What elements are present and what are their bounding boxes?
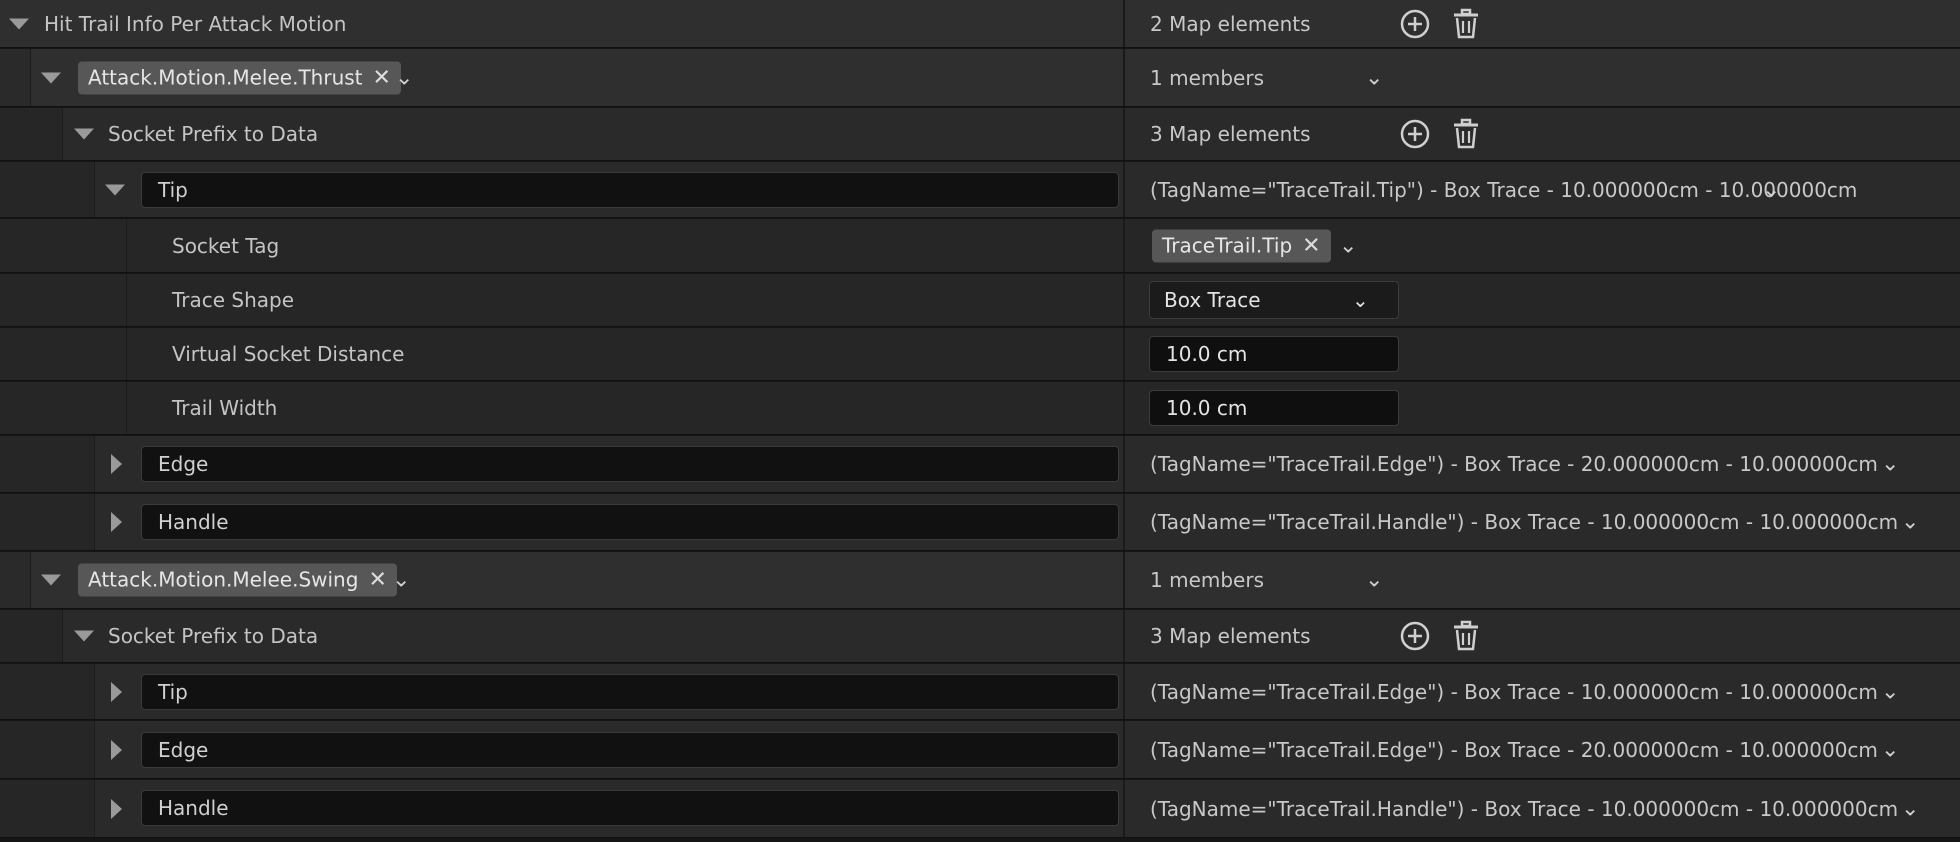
property-row-trail-width: Trail Width 10.0 cm [0,382,1960,435]
remove-tag-icon[interactable]: ✕ [1302,233,1320,258]
chevron-down-icon: ⌄ [1352,288,1369,312]
trace-shape-combo[interactable]: Box Trace ⌄ [1149,281,1399,319]
combo-value: Box Trace [1164,288,1261,312]
map-item-row: Edge (TagName="TraceTrail.Edge") - Box T… [0,721,1960,779]
key-text: Tip [158,680,188,704]
root-label: Hit Trail Info Per Attack Motion [44,11,347,36]
chevron-down-icon[interactable]: ⌄ [1901,796,1919,821]
key-text: Edge [158,452,209,476]
socket-tag-chip[interactable]: TraceTrail.Tip ✕ [1152,229,1331,262]
trail-width-input[interactable]: 10.0 cm [1149,390,1399,426]
chevron-down-icon[interactable]: ⌄ [1881,679,1899,704]
expand-arrow-icon[interactable] [111,798,122,819]
socket-tag-label: Socket Tag [172,233,280,258]
chevron-down-icon[interactable]: ⌄ [1901,510,1919,535]
expand-arrow-icon[interactable] [105,184,125,195]
root-row: Hit Trail Info Per Attack Motion 2 Map e… [0,0,1960,48]
expand-arrow-icon[interactable] [41,72,61,83]
virtual-distance-label: Virtual Socket Distance [172,342,405,366]
map-key-field[interactable]: Handle [141,504,1119,540]
item-summary: (TagName="TraceTrail.Edge") - Box Trace … [1150,737,1878,762]
map-item-row: Tip (TagName="TraceTrail.Edge") - Box Tr… [0,664,1960,720]
plus-circle-icon[interactable] [1399,8,1431,40]
trail-width-label: Trail Width [172,396,278,420]
map-key-field[interactable]: Edge [141,446,1119,482]
socket-prefix-label: Socket Prefix to Data [108,624,319,648]
details-panel: Hit Trail Info Per Attack Motion 2 Map e… [0,0,1960,842]
entry-row-thrust: Attack.Motion.Melee.Thrust ✕ ⌄ 1 members … [0,49,1960,107]
expand-arrow-icon[interactable] [111,454,122,474]
numeric-value: 10.0 cm [1166,396,1248,420]
plus-circle-icon[interactable] [1399,620,1431,652]
socket-map-count: 3 Map elements [1150,624,1311,648]
property-row-socket-tag: Socket Tag TraceTrail.Tip ✕ ⌄ [0,219,1960,273]
tag-label: Attack.Motion.Melee.Swing [88,567,359,592]
key-text: Edge [158,738,209,762]
socket-prefix-row: Socket Prefix to Data 3 Map elements [0,610,1960,663]
trash-icon[interactable] [1452,8,1480,40]
chevron-down-icon[interactable]: ⌄ [1881,452,1899,477]
expand-arrow-icon[interactable] [9,18,29,29]
key-text: Handle [158,796,229,820]
root-map-count: 2 Map elements [1150,11,1311,36]
map-item-row: Tip (TagName="TraceTrail.Tip") - Box Tra… [0,162,1960,218]
property-row-virtual-distance: Virtual Socket Distance 10.0 cm [0,328,1960,381]
map-key-field[interactable]: Edge [141,732,1119,768]
remove-tag-icon[interactable]: ✕ [368,568,386,593]
map-item-row: Handle (TagName="TraceTrail.Handle") - B… [0,780,1960,838]
virtual-distance-input[interactable]: 10.0 cm [1149,336,1399,372]
members-count: 1 members [1150,65,1264,90]
chevron-down-icon[interactable]: ⌄ [1762,177,1780,202]
trace-shape-label: Trace Shape [172,288,295,312]
socket-map-count: 3 Map elements [1150,122,1311,146]
map-item-row: Handle (TagName="TraceTrail.Handle") - B… [0,494,1960,551]
expand-arrow-icon[interactable] [111,739,122,760]
key-text: Handle [158,510,229,534]
socket-prefix-label: Socket Prefix to Data [108,122,319,146]
property-row-trace-shape: Trace Shape Box Trace ⌄ [0,274,1960,327]
expand-arrow-icon[interactable] [74,128,94,140]
map-key-field[interactable]: Tip [141,674,1119,710]
expand-arrow-icon[interactable] [111,681,122,702]
item-summary: (TagName="TraceTrail.Edge") - Box Trace … [1150,679,1878,704]
map-item-row: Edge (TagName="TraceTrail.Edge") - Box T… [0,436,1960,493]
remove-tag-icon[interactable]: ✕ [373,65,391,90]
map-key-field[interactable]: Handle [141,790,1119,826]
expand-arrow-icon[interactable] [41,574,61,586]
key-text: Tip [158,178,188,202]
tag-label: Attack.Motion.Melee.Thrust [88,65,363,89]
item-summary: (TagName="TraceTrail.Handle") - Box Trac… [1150,510,1899,534]
chevron-down-icon[interactable]: ⌄ [1881,737,1899,762]
trash-icon[interactable] [1452,118,1480,150]
item-summary: (TagName="TraceTrail.Handle") - Box Trac… [1150,796,1899,821]
tag-label: TraceTrail.Tip [1162,233,1293,257]
socket-prefix-row: Socket Prefix to Data 3 Map elements [0,108,1960,161]
expand-arrow-icon[interactable] [74,630,94,642]
members-count: 1 members [1150,568,1264,592]
chevron-down-icon[interactable]: ⌄ [1365,568,1383,593]
plus-circle-icon[interactable] [1399,118,1431,150]
numeric-value: 10.0 cm [1166,342,1248,366]
map-key-field[interactable]: Tip [141,172,1119,208]
chevron-down-icon[interactable]: ⌄ [1365,65,1383,90]
entry-row-swing: Attack.Motion.Melee.Swing ✕ ⌄ 1 members ⌄ [0,552,1960,609]
chevron-down-icon[interactable]: ⌄ [395,65,413,90]
chevron-down-icon[interactable]: ⌄ [1339,233,1357,258]
gameplay-tag-chip[interactable]: Attack.Motion.Melee.Thrust ✕ [78,61,401,94]
trash-icon[interactable] [1452,620,1480,652]
expand-arrow-icon[interactable] [111,512,122,532]
chevron-down-icon[interactable]: ⌄ [392,568,410,593]
item-summary: (TagName="TraceTrail.Edge") - Box Trace … [1150,452,1878,476]
gameplay-tag-chip[interactable]: Attack.Motion.Melee.Swing ✕ [78,563,397,597]
item-summary: (TagName="TraceTrail.Tip") - Box Trace -… [1150,177,1858,202]
